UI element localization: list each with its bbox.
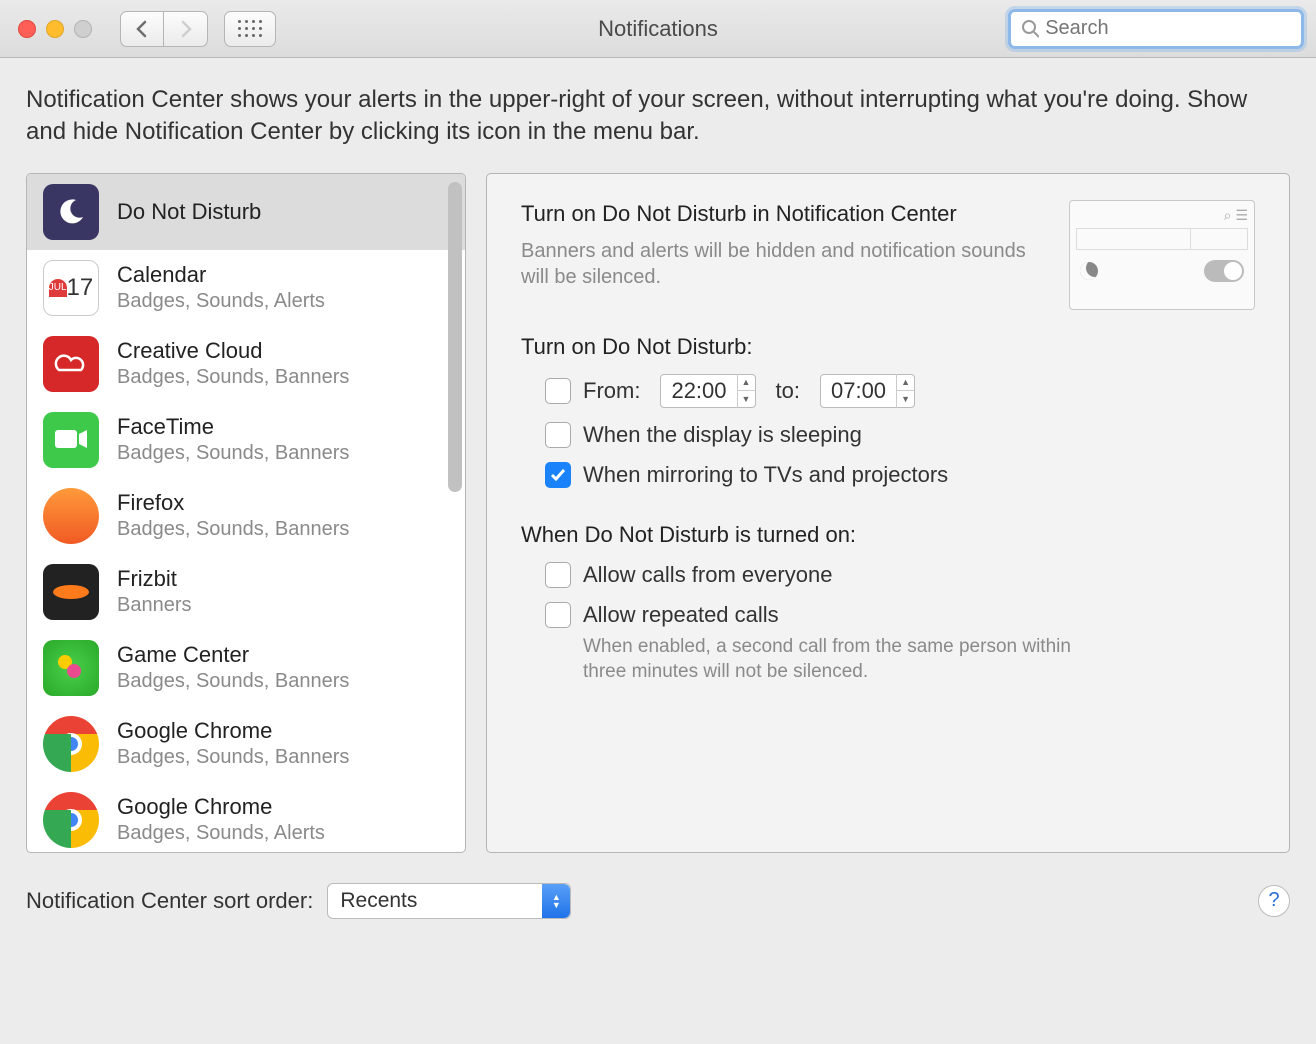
scrollbar-thumb[interactable] — [448, 182, 462, 492]
allow-everyone-label: Allow calls from everyone — [583, 562, 832, 588]
search-icon — [1021, 19, 1039, 39]
cal-icon: JUL17 — [43, 260, 99, 316]
app-name: Creative Cloud — [117, 338, 349, 364]
notification-preview: ⌕☰ — [1069, 200, 1255, 310]
close-window-button[interactable] — [18, 20, 36, 38]
app-name: Calendar — [117, 262, 325, 288]
gc-icon — [43, 640, 99, 696]
chrome-icon — [43, 716, 99, 772]
sort-order-select[interactable]: Recents ▲▼ — [327, 883, 571, 919]
dnd-icon — [43, 184, 99, 240]
app-subtitle: Badges, Sounds, Alerts — [117, 290, 325, 313]
allow-repeated-label: Allow repeated calls — [583, 602, 779, 628]
dnd-toggle-preview — [1204, 260, 1244, 282]
detail-heading-sub: Banners and alerts will be hidden and no… — [521, 238, 1047, 290]
display-sleep-label: When the display is sleeping — [583, 422, 862, 448]
chevron-left-icon — [135, 20, 149, 38]
from-time-value: 22:00 — [661, 378, 736, 404]
app-name: Google Chrome — [117, 794, 325, 820]
app-name: Google Chrome — [117, 718, 349, 744]
app-subtitle: Badges, Sounds, Banners — [117, 518, 349, 541]
app-name: Game Center — [117, 642, 349, 668]
ff-icon — [43, 488, 99, 544]
app-list-item[interactable]: FaceTimeBadges, Sounds, Banners — [27, 402, 465, 478]
chrome-icon — [43, 792, 99, 848]
cc-icon — [43, 336, 99, 392]
mirroring-checkbox[interactable] — [545, 462, 571, 488]
app-subtitle: Badges, Sounds, Banners — [117, 442, 349, 465]
from-time-field[interactable]: 22:00 ▲▼ — [660, 374, 755, 408]
allow-everyone-option: Allow calls from everyone — [521, 562, 1255, 588]
allow-repeated-checkbox[interactable] — [545, 602, 571, 628]
app-subtitle: Badges, Sounds, Banners — [117, 366, 349, 389]
app-name: Firefox — [117, 490, 349, 516]
to-label: to: — [776, 378, 800, 404]
dnd-on-section-title: When Do Not Disturb is turned on: — [521, 522, 1255, 548]
sort-order-label: Notification Center sort order: — [26, 888, 313, 914]
schedule-section-title: Turn on Do Not Disturb: — [521, 334, 1255, 360]
mirroring-option: When mirroring to TVs and projectors — [521, 462, 1255, 488]
nav-buttons — [120, 11, 208, 47]
forward-button[interactable] — [164, 11, 208, 47]
pane-description: Notification Center shows your alerts in… — [26, 84, 1290, 149]
ft-icon — [43, 412, 99, 468]
app-list-item[interactable]: Creative CloudBadges, Sounds, Banners — [27, 326, 465, 402]
show-all-button[interactable] — [224, 11, 276, 47]
app-list-item[interactable]: FirefoxBadges, Sounds, Banners — [27, 478, 465, 554]
back-button[interactable] — [120, 11, 164, 47]
app-list-item[interactable]: FrizbitBanners — [27, 554, 465, 630]
app-subtitle: Banners — [117, 594, 192, 617]
to-time-stepper[interactable]: ▲▼ — [896, 374, 914, 408]
app-list-item[interactable]: Do Not Disturb — [27, 174, 465, 250]
display-sleep-checkbox[interactable] — [545, 422, 571, 448]
window-title: Notifications — [598, 16, 718, 42]
allow-repeated-option: Allow repeated calls — [521, 602, 1255, 628]
list-icon: ☰ — [1235, 207, 1248, 224]
schedule-option: From: 22:00 ▲▼ to: 07:00 ▲▼ — [521, 374, 1255, 408]
app-list-item[interactable]: Google ChromeBadges, Sounds, Banners — [27, 706, 465, 782]
allow-everyone-checkbox[interactable] — [545, 562, 571, 588]
fz-icon — [43, 564, 99, 620]
detail-panel: Turn on Do Not Disturb in Notification C… — [486, 173, 1290, 853]
app-subtitle: Badges, Sounds, Banners — [117, 746, 349, 769]
allow-repeated-hint: When enabled, a second call from the sam… — [521, 634, 1111, 685]
titlebar: Notifications — [0, 0, 1316, 58]
moon-icon — [1080, 262, 1098, 280]
schedule-checkbox[interactable] — [545, 378, 571, 404]
search-icon: ⌕ — [1224, 207, 1232, 224]
from-time-stepper[interactable]: ▲▼ — [737, 374, 755, 408]
app-list-item[interactable]: Game CenterBadges, Sounds, Banners — [27, 630, 465, 706]
to-time-value: 07:00 — [821, 378, 896, 404]
to-time-field[interactable]: 07:00 ▲▼ — [820, 374, 915, 408]
traffic-lights — [18, 20, 92, 38]
app-name: Do Not Disturb — [117, 199, 261, 225]
mirroring-label: When mirroring to TVs and projectors — [583, 462, 948, 488]
select-chevrons-icon: ▲▼ — [542, 884, 570, 918]
app-subtitle: Badges, Sounds, Alerts — [117, 822, 325, 845]
app-subtitle: Badges, Sounds, Banners — [117, 670, 349, 693]
search-field[interactable] — [1008, 9, 1304, 49]
app-list: Do Not DisturbJUL17CalendarBadges, Sound… — [26, 173, 466, 853]
minimize-window-button[interactable] — [46, 20, 64, 38]
display-sleep-option: When the display is sleeping — [521, 422, 1255, 448]
app-list-item[interactable]: JUL17 CalendarBadges, Sounds, Alerts — [27, 250, 465, 326]
help-button[interactable]: ? — [1258, 885, 1290, 917]
search-input[interactable] — [1045, 17, 1291, 40]
detail-heading: Turn on Do Not Disturb in Notification C… — [521, 200, 1047, 229]
app-name: Frizbit — [117, 566, 192, 592]
sort-order-value: Recents — [340, 889, 417, 913]
from-label: From: — [583, 378, 640, 404]
zoom-window-button[interactable] — [74, 20, 92, 38]
app-name: FaceTime — [117, 414, 349, 440]
app-list-item[interactable]: Google ChromeBadges, Sounds, Alerts — [27, 782, 465, 852]
chevron-right-icon — [179, 20, 193, 38]
